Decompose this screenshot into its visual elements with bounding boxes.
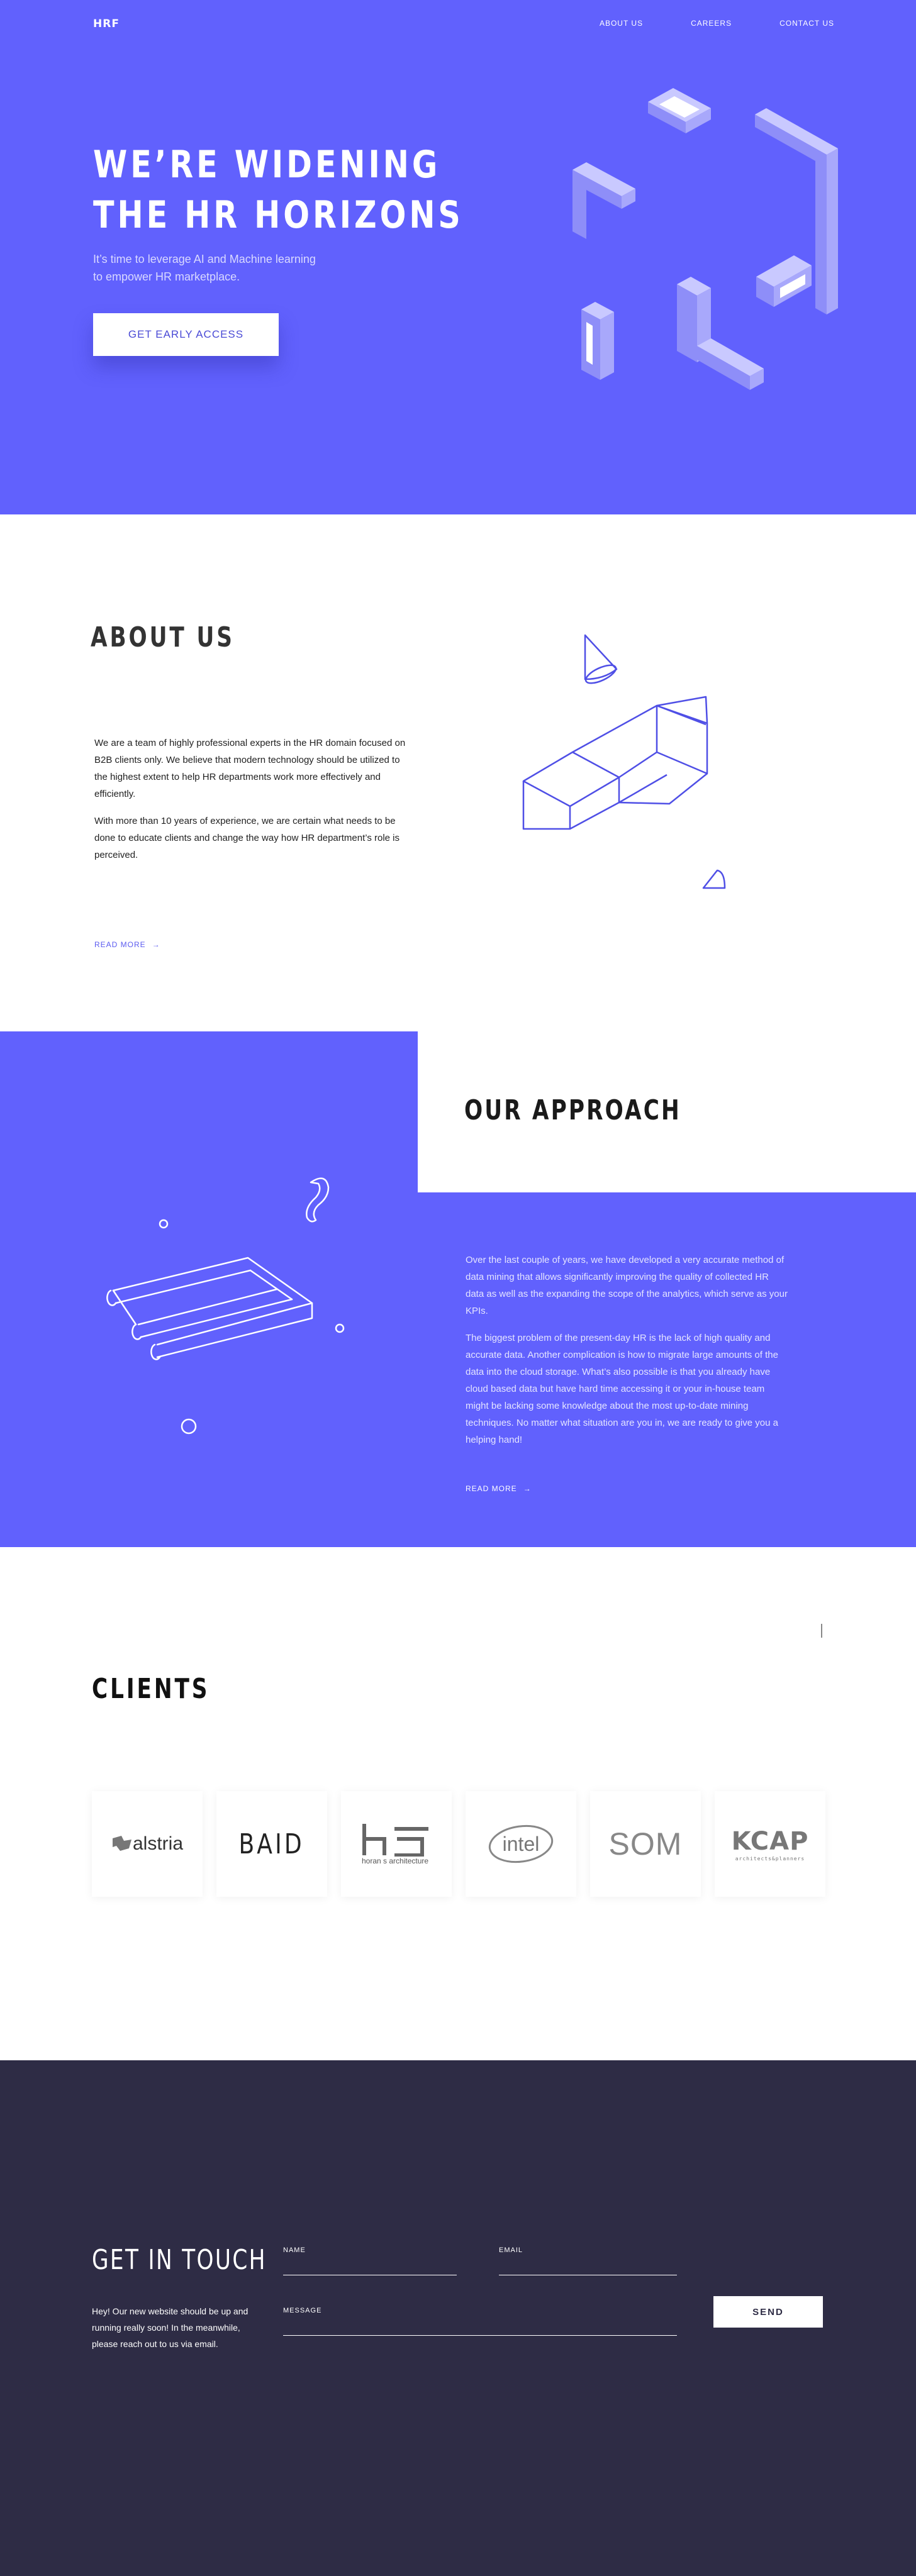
email-input[interactable] [499,2262,677,2275]
approach-read-more-link[interactable]: READ MORE → [466,1484,532,1493]
impossible-pipes-illustration [106,1177,345,1435]
logo[interactable]: HRF [93,18,120,30]
alstria-mark-icon [112,1836,131,1851]
hero-title: WE’RE WIDENING THE HR HORIZONS [93,140,464,240]
message-label: MESSAGE [283,2307,322,2314]
horan-s-logo: horan s architecture [362,1823,431,1865]
name-field: NAME [283,2246,457,2275]
contact-text: Hey! Our new website should be up and ru… [92,2306,249,2349]
isometric-shapes-illustration [572,88,838,390]
hero-subtitle-line1: It’s time to leverage AI and Machine lea… [93,253,316,265]
client-logo-som[interactable]: SOM [590,1791,701,1897]
name-input[interactable] [283,2262,457,2275]
hero-title-line1: WE’RE WIDENING [93,143,441,187]
hero-title-line2: THE HR HORIZONS [93,193,464,237]
email-label: EMAIL [499,2246,523,2254]
kcap-subtitle: architects&planners [735,1855,805,1862]
nav-careers[interactable]: CAREERS [691,19,732,28]
nav-contact-us[interactable]: CONTACT US [779,19,834,28]
client-logo-alstria[interactable]: alstria [92,1791,203,1897]
about-title: ABOUT US [91,621,235,653]
about-paragraph-1: We are a team of highly professional exp… [94,738,406,799]
get-early-access-button[interactable]: GET EARLY ACCESS [93,313,279,356]
intel-swoosh-icon [488,1824,554,1863]
approach-paragraph-2: The biggest problem of the present-day H… [466,1333,778,1445]
message-field: MESSAGE [283,2307,677,2336]
hero-subtitle-line2: to empower HR marketplace. [93,270,240,283]
client-logo-horan-s[interactable]: horan s architecture [341,1791,452,1897]
client-logo-kcap[interactable]: KCAP architects&planners [715,1791,825,1897]
approach-title: OUR APPROACH [464,1094,681,1126]
approach-paragraph-1: Over the last couple of years, we have d… [466,1255,788,1316]
nav-about-us[interactable]: ABOUT US [600,19,643,28]
wireframe-blocks-illustration [522,634,726,889]
message-input[interactable] [283,2322,677,2336]
client-logo-row: alstria BAID horan s architecture intel … [92,1791,825,1897]
about-read-more-label: READ MORE [94,940,146,949]
approach-read-more-label: READ MORE [466,1484,517,1493]
client-logo-baid[interactable]: BAID [216,1791,327,1897]
clients-title: CLIENTS [92,1673,210,1705]
name-label: NAME [283,2246,306,2254]
arrow-right-icon: → [152,940,160,949]
client-logo-intel[interactable]: intel [466,1791,576,1897]
decorative-line [821,1624,822,1638]
about-read-more-link[interactable]: READ MORE → [94,940,160,949]
arrow-right-icon: → [523,1484,532,1493]
hero-section: HRF ABOUT US CAREERS CONTACT US WE’RE WI… [0,0,916,514]
send-button[interactable]: SEND [713,2296,823,2328]
hs-monogram-icon [362,1824,428,1857]
main-nav: ABOUT US CAREERS CONTACT US [552,19,834,28]
about-paragraph-2: With more than 10 years of experience, w… [94,816,400,860]
email-field: EMAIL [499,2246,677,2275]
contact-title: GET IN TOUCH [92,2244,267,2276]
hero-subtitle: It’s time to leverage AI and Machine lea… [93,250,357,286]
